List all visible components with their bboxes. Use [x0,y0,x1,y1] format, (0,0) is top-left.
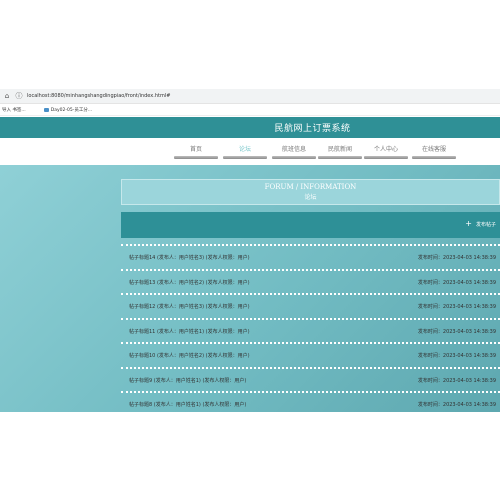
post-toolbar: + 发布帖子 [121,212,500,238]
post-date: 发布时间：2023-04-03 14:38:39 [417,353,496,359]
nav-underline [174,156,218,159]
nav-label: 民航新闻 [327,146,352,153]
home-icon[interactable]: ⌂ [2,91,12,101]
nav-item-home[interactable]: 首页 [174,145,218,160]
site-header: 民航网上订票系统 [0,117,500,138]
forum-content: FORUM / INFORMATION 论坛 + 发布帖子 帖子标题14 (发布… [0,165,500,412]
new-post-label: 发布帖子 [475,221,496,228]
section-title-zh: 论坛 [304,194,317,201]
nav-label: 航班信息 [281,146,306,153]
nav-underline [223,156,267,159]
list-item[interactable]: 帖子标题8 (发布人：用户姓名1) (发布人权限：用户) 发布时间：2023-0… [121,391,500,412]
nav-label: 在线客服 [421,146,446,153]
bookmark-item[interactable]: 导入 书签... [2,107,26,113]
bookmarks-bar: 导入 书签... Day02-05-员工分... [0,104,500,116]
section-heading: FORUM / INFORMATION 论坛 [121,179,500,205]
nav-item-support[interactable]: 在线客服 [412,145,456,160]
post-date: 发布时间：2023-04-03 14:38:39 [417,328,496,335]
list-item[interactable]: 帖子标题13 (发布人：用户姓名2) (发布人权限：用户) 发布时间：2023-… [121,268,500,294]
browser-address-bar[interactable]: ⌂ ⓘ localhost:8080/minhangshangdingpiao/… [0,89,500,104]
nav-underline [318,156,362,159]
nav-item-profile[interactable]: 个人中心 [364,145,408,160]
list-item[interactable]: 帖子标题10 (发布人：用户姓名2) (发布人权限：用户) 发布时间：2023-… [121,342,500,367]
screenshot-frame: ⌂ ⓘ localhost:8080/minhangshangdingpiao/… [0,0,500,500]
list-item[interactable]: 帖子标题9 (发布人：用户姓名1) (发布人权限：用户) 发布时间：2023-0… [121,366,500,392]
nav-label: 首页 [189,146,202,153]
post-title[interactable]: 帖子标题12 (发布人：用户姓名3) (发布人权限：用户) [129,303,250,310]
new-post-button[interactable]: + 发布帖子 [465,220,496,228]
nav-item-flights[interactable]: 航班信息 [272,145,316,160]
post-date: 发布时间：2023-04-03 14:38:39 [417,255,496,261]
post-title[interactable]: 帖子标题14 (发布人：用户姓名3) (发布人权限：用户) [129,254,250,261]
post-date: 发布时间：2023-04-03 14:38:39 [417,377,496,384]
info-icon[interactable]: ⓘ [14,91,24,101]
list-item[interactable]: 帖子标题12 (发布人：用户姓名3) (发布人权限：用户) 发布时间：2023-… [121,293,500,318]
post-date: 发布时间：2023-04-03 14:38:39 [417,402,496,408]
list-item[interactable]: 帖子标题14 (发布人：用户姓名3) (发布人权限：用户) 发布时间：2023-… [121,244,500,269]
post-date: 发布时间：2023-04-03 14:38:39 [417,279,496,286]
section-title-en: FORUM / INFORMATION [264,183,357,191]
plus-icon: + [465,219,472,228]
nav-label: 论坛 [238,146,251,153]
post-title[interactable]: 帖子标题13 (发布人：用户姓名2) (发布人权限：用户) [129,279,250,286]
nav-underline [272,156,316,159]
post-title[interactable]: 帖子标题9 (发布人：用户姓名1) (发布人权限：用户) [129,377,246,384]
bookmark-label: Day02-05-员工分... [50,107,93,113]
nav-underline [412,156,456,159]
nav-item-news[interactable]: 民航新闻 [318,145,362,160]
nav-label: 个人中心 [373,146,398,153]
post-title[interactable]: 帖子标题11 (发布人：用户姓名1) (发布人权限：用户) [129,328,250,335]
bookmark-item[interactable]: Day02-05-员工分... [43,107,93,113]
post-title[interactable]: 帖子标题8 (发布人：用户姓名1) (发布人权限：用户) [129,401,246,408]
post-title[interactable]: 帖子标题10 (发布人：用户姓名2) (发布人权限：用户) [129,352,250,359]
url-text[interactable]: localhost:8080/minhangshangdingpiao/fron… [27,93,170,99]
post-date: 发布时间：2023-04-03 14:38:39 [417,304,496,310]
post-list: 帖子标题14 (发布人：用户姓名3) (发布人权限：用户) 发布时间：2023-… [121,244,500,412]
folder-icon [43,107,49,112]
nav-underline [364,156,408,159]
site-title: 民航网上订票系统 [274,124,351,134]
nav-item-forum[interactable]: 论坛 [223,145,267,160]
list-item[interactable]: 帖子标题11 (发布人：用户姓名1) (发布人权限：用户) 发布时间：2023-… [121,317,500,343]
main-nav: 首页 论坛 航班信息 民航新闻 个人中心 在线客服 [0,138,500,165]
